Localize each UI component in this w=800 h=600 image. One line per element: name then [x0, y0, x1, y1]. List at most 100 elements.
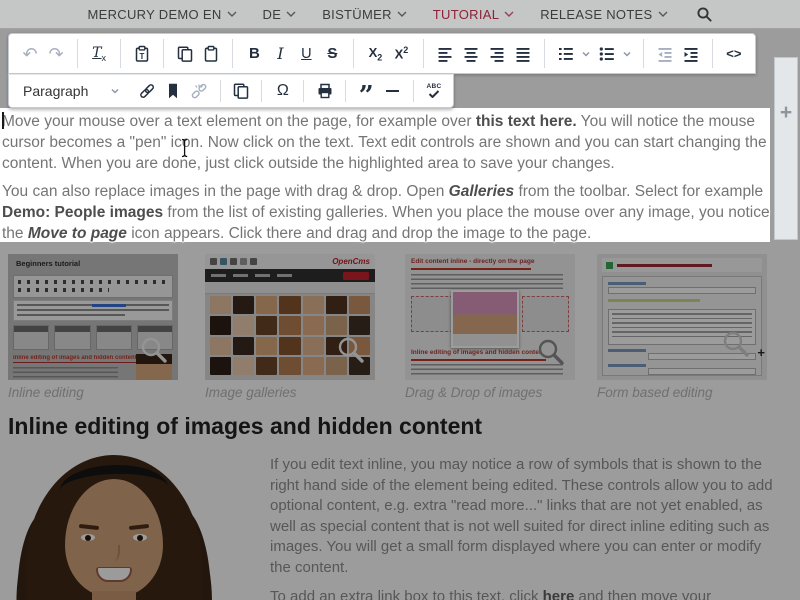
paste-button[interactable]	[198, 39, 224, 69]
unordered-list-icon	[598, 45, 616, 63]
toolbar-group: ABC	[421, 76, 447, 106]
section-paragraph: If you edit text inline, you may notice …	[270, 455, 782, 578]
toolbar-divider	[712, 39, 713, 68]
editor-toolbar-row1: ↶↷TxTBIUSX2X2<>	[8, 33, 756, 74]
copy-document-button[interactable]	[228, 76, 254, 106]
redo-button[interactable]: ↷	[43, 39, 69, 69]
ordered-list-button[interactable]	[553, 39, 579, 69]
align-left-icon	[436, 45, 454, 63]
toolbar-group: <>	[721, 39, 747, 69]
toolbar-divider	[413, 80, 414, 102]
anchor-icon	[164, 82, 182, 100]
copy-button[interactable]	[172, 39, 198, 69]
tutorial-thumbnail-3[interactable]: +	[597, 254, 767, 380]
superscript-icon: X2	[395, 45, 409, 61]
spellcheck-icon: ABC	[426, 84, 441, 99]
chevron-down-icon	[397, 11, 407, 18]
nav-item-bist-mer[interactable]: BISTÜMER	[322, 7, 407, 22]
nav-item-release-notes[interactable]: RELEASE NOTES	[540, 7, 667, 22]
print-button[interactable]	[312, 76, 338, 106]
section-text: If you edit text inline, you may notice …	[270, 455, 782, 600]
unordered-list-menu-chevron-icon[interactable]	[620, 39, 635, 69]
align-right-button[interactable]	[484, 39, 510, 69]
link-button[interactable]	[134, 76, 160, 106]
clear-formatting-button[interactable]: Tx	[86, 39, 112, 69]
toolbar-group	[652, 39, 704, 69]
format-select-value: Paragraph	[23, 83, 88, 99]
thumbnail-caption: Drag & Drop of images	[405, 385, 542, 400]
anchor-button[interactable]	[160, 76, 186, 106]
tutorial-thumbnail-2[interactable]: Edit content inline - directly on the pa…	[405, 254, 575, 380]
editable-paragraph[interactable]: Move your mouse over a text element on t…	[2, 111, 770, 174]
thumbnail-caption: Inline editing	[8, 385, 84, 400]
horizontal-rule-button[interactable]	[379, 76, 405, 106]
nav-item-tutorial[interactable]: TUTORIAL	[433, 7, 514, 22]
toolbar-divider	[353, 39, 354, 68]
toolbar-divider	[423, 39, 424, 68]
chevron-down-icon	[227, 11, 237, 18]
ordered-list-menu-chevron-icon[interactable]	[579, 39, 594, 69]
toolbar-group: T	[129, 39, 155, 69]
spellcheck-button[interactable]: ABC	[421, 76, 447, 106]
source-code-icon: <>	[726, 46, 741, 61]
underline-icon: U	[301, 46, 311, 62]
nav-item-de[interactable]: DE	[263, 7, 297, 22]
toolbar-group: ↶↷	[17, 39, 69, 69]
strikethrough-icon: S	[327, 45, 337, 62]
chevron-down-icon	[504, 11, 514, 18]
toolbar-group: ”	[353, 76, 405, 106]
undo-button[interactable]: ↶	[17, 39, 43, 69]
align-left-button[interactable]	[432, 39, 458, 69]
special-character-icon: Ω	[277, 82, 289, 100]
inline-edit-area[interactable]: Move your mouse over a text element on t…	[0, 108, 770, 242]
editable-paragraph[interactable]: You can also replace images in the page …	[2, 181, 770, 244]
toolbar-divider	[77, 39, 78, 68]
magnifier-icon	[336, 335, 366, 370]
print-icon	[316, 82, 334, 100]
italic-button[interactable]: I	[267, 39, 293, 69]
align-center-icon	[462, 45, 480, 63]
chevron-down-icon	[658, 11, 668, 18]
plus-icon[interactable]: +	[780, 104, 792, 239]
copy-document-icon	[232, 82, 250, 100]
paste-as-text-button[interactable]: T	[129, 39, 155, 69]
undo-icon: ↶	[22, 45, 37, 63]
subscript-icon: X2	[369, 45, 383, 63]
link-icon	[138, 82, 156, 100]
align-right-icon	[488, 45, 506, 63]
magnifier-icon	[536, 337, 566, 372]
toolbar-group	[172, 39, 224, 69]
magnifier-icon[interactable]	[696, 6, 713, 23]
align-justify-button[interactable]	[510, 39, 536, 69]
strikethrough-button[interactable]: S	[319, 39, 345, 69]
tutorial-thumbnail-1[interactable]: OpenCms	[205, 254, 375, 380]
outdent-button[interactable]	[652, 39, 678, 69]
subscript-button[interactable]: X2	[362, 39, 388, 69]
toolbar-divider	[232, 39, 233, 68]
chevron-down-icon	[286, 11, 296, 18]
unlink-icon	[190, 82, 208, 100]
toolbar-divider	[120, 39, 121, 68]
woman-portrait-image	[8, 453, 218, 600]
tutorial-thumbnail-0[interactable]: Beginners tutorial Inline editing of ima…	[8, 254, 178, 380]
bold-button[interactable]: B	[241, 39, 267, 69]
superscript-button[interactable]: X2	[388, 39, 414, 69]
underline-button[interactable]: U	[293, 39, 319, 69]
indent-icon	[682, 45, 700, 63]
toolbar-group: Tx	[86, 39, 112, 69]
nav-item-mercury-demo-en[interactable]: MERCURY DEMO EN	[87, 7, 236, 22]
editor-toolbar-row2: Paragraph Ω ” ABC	[8, 74, 454, 108]
blockquote-button[interactable]: ”	[353, 76, 379, 106]
toolbar-divider	[303, 80, 304, 102]
unlink-button[interactable]	[186, 76, 212, 106]
plus-icon: +	[757, 345, 765, 360]
unordered-list-button[interactable]	[594, 39, 620, 69]
indent-button[interactable]	[678, 39, 704, 69]
horizontal-rule-icon	[386, 90, 399, 92]
special-character-button[interactable]: Ω	[270, 76, 296, 106]
top-navbar: MERCURY DEMO EN DE BISTÜMER TUTORIAL RELEASE…	[0, 0, 800, 29]
format-select[interactable]: Paragraph	[15, 75, 127, 107]
align-center-button[interactable]	[458, 39, 484, 69]
source-code-button[interactable]: <>	[721, 39, 747, 69]
section-paragraph: To add an extra link box to this text, c…	[270, 587, 782, 600]
